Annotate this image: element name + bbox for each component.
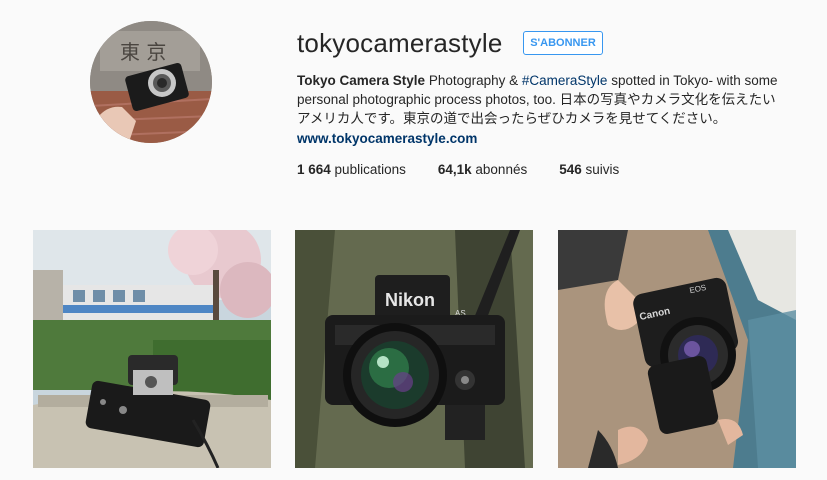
stat-followers-count: 64,1k [437,162,472,177]
post-thumbnail[interactable] [33,230,271,468]
stat-following-label: suivis [581,162,620,177]
profile-avatar[interactable]: 東 京 [90,21,212,143]
bio-text-1: Photography & [425,73,522,88]
stat-following-count: 546 [559,162,582,177]
camera-brand-text: Nikon [385,290,435,310]
post-thumbnail[interactable]: Nikon AS [295,230,533,468]
bio-hashtag-link[interactable]: #CameraStyle [522,73,608,88]
profile-website-link[interactable]: www.tokyocamerastyle.com [297,131,477,146]
profile-bio: Tokyo Camera Style Photography & #Camera… [297,71,782,128]
post-thumbnail[interactable]: Canon EOS [558,230,796,468]
profile-stats: 1 664 publications 64,1k abonnés 546 sui… [297,162,651,177]
post-photo-nikon: Nikon AS [295,230,533,468]
stat-followers-label: abonnés [471,162,528,177]
profile-display-name: Tokyo Camera Style [297,73,426,88]
follow-button[interactable]: S'ABONNER [523,31,603,55]
avatar-sign-text: 東 京 [120,40,166,64]
post-photo-canon: Canon EOS [558,230,796,468]
profile-username: tokyocamerastyle [297,28,503,58]
stat-posts-count: 1 664 [297,162,331,177]
stat-followers[interactable]: 64,1k abonnés [438,162,527,177]
stat-posts-label: publications [330,162,406,177]
avatar-photo: 東 京 [90,21,212,143]
stat-following[interactable]: 546 suivis [559,162,619,177]
post-photo-leica [33,230,271,468]
stat-posts: 1 664 publications [297,162,406,177]
